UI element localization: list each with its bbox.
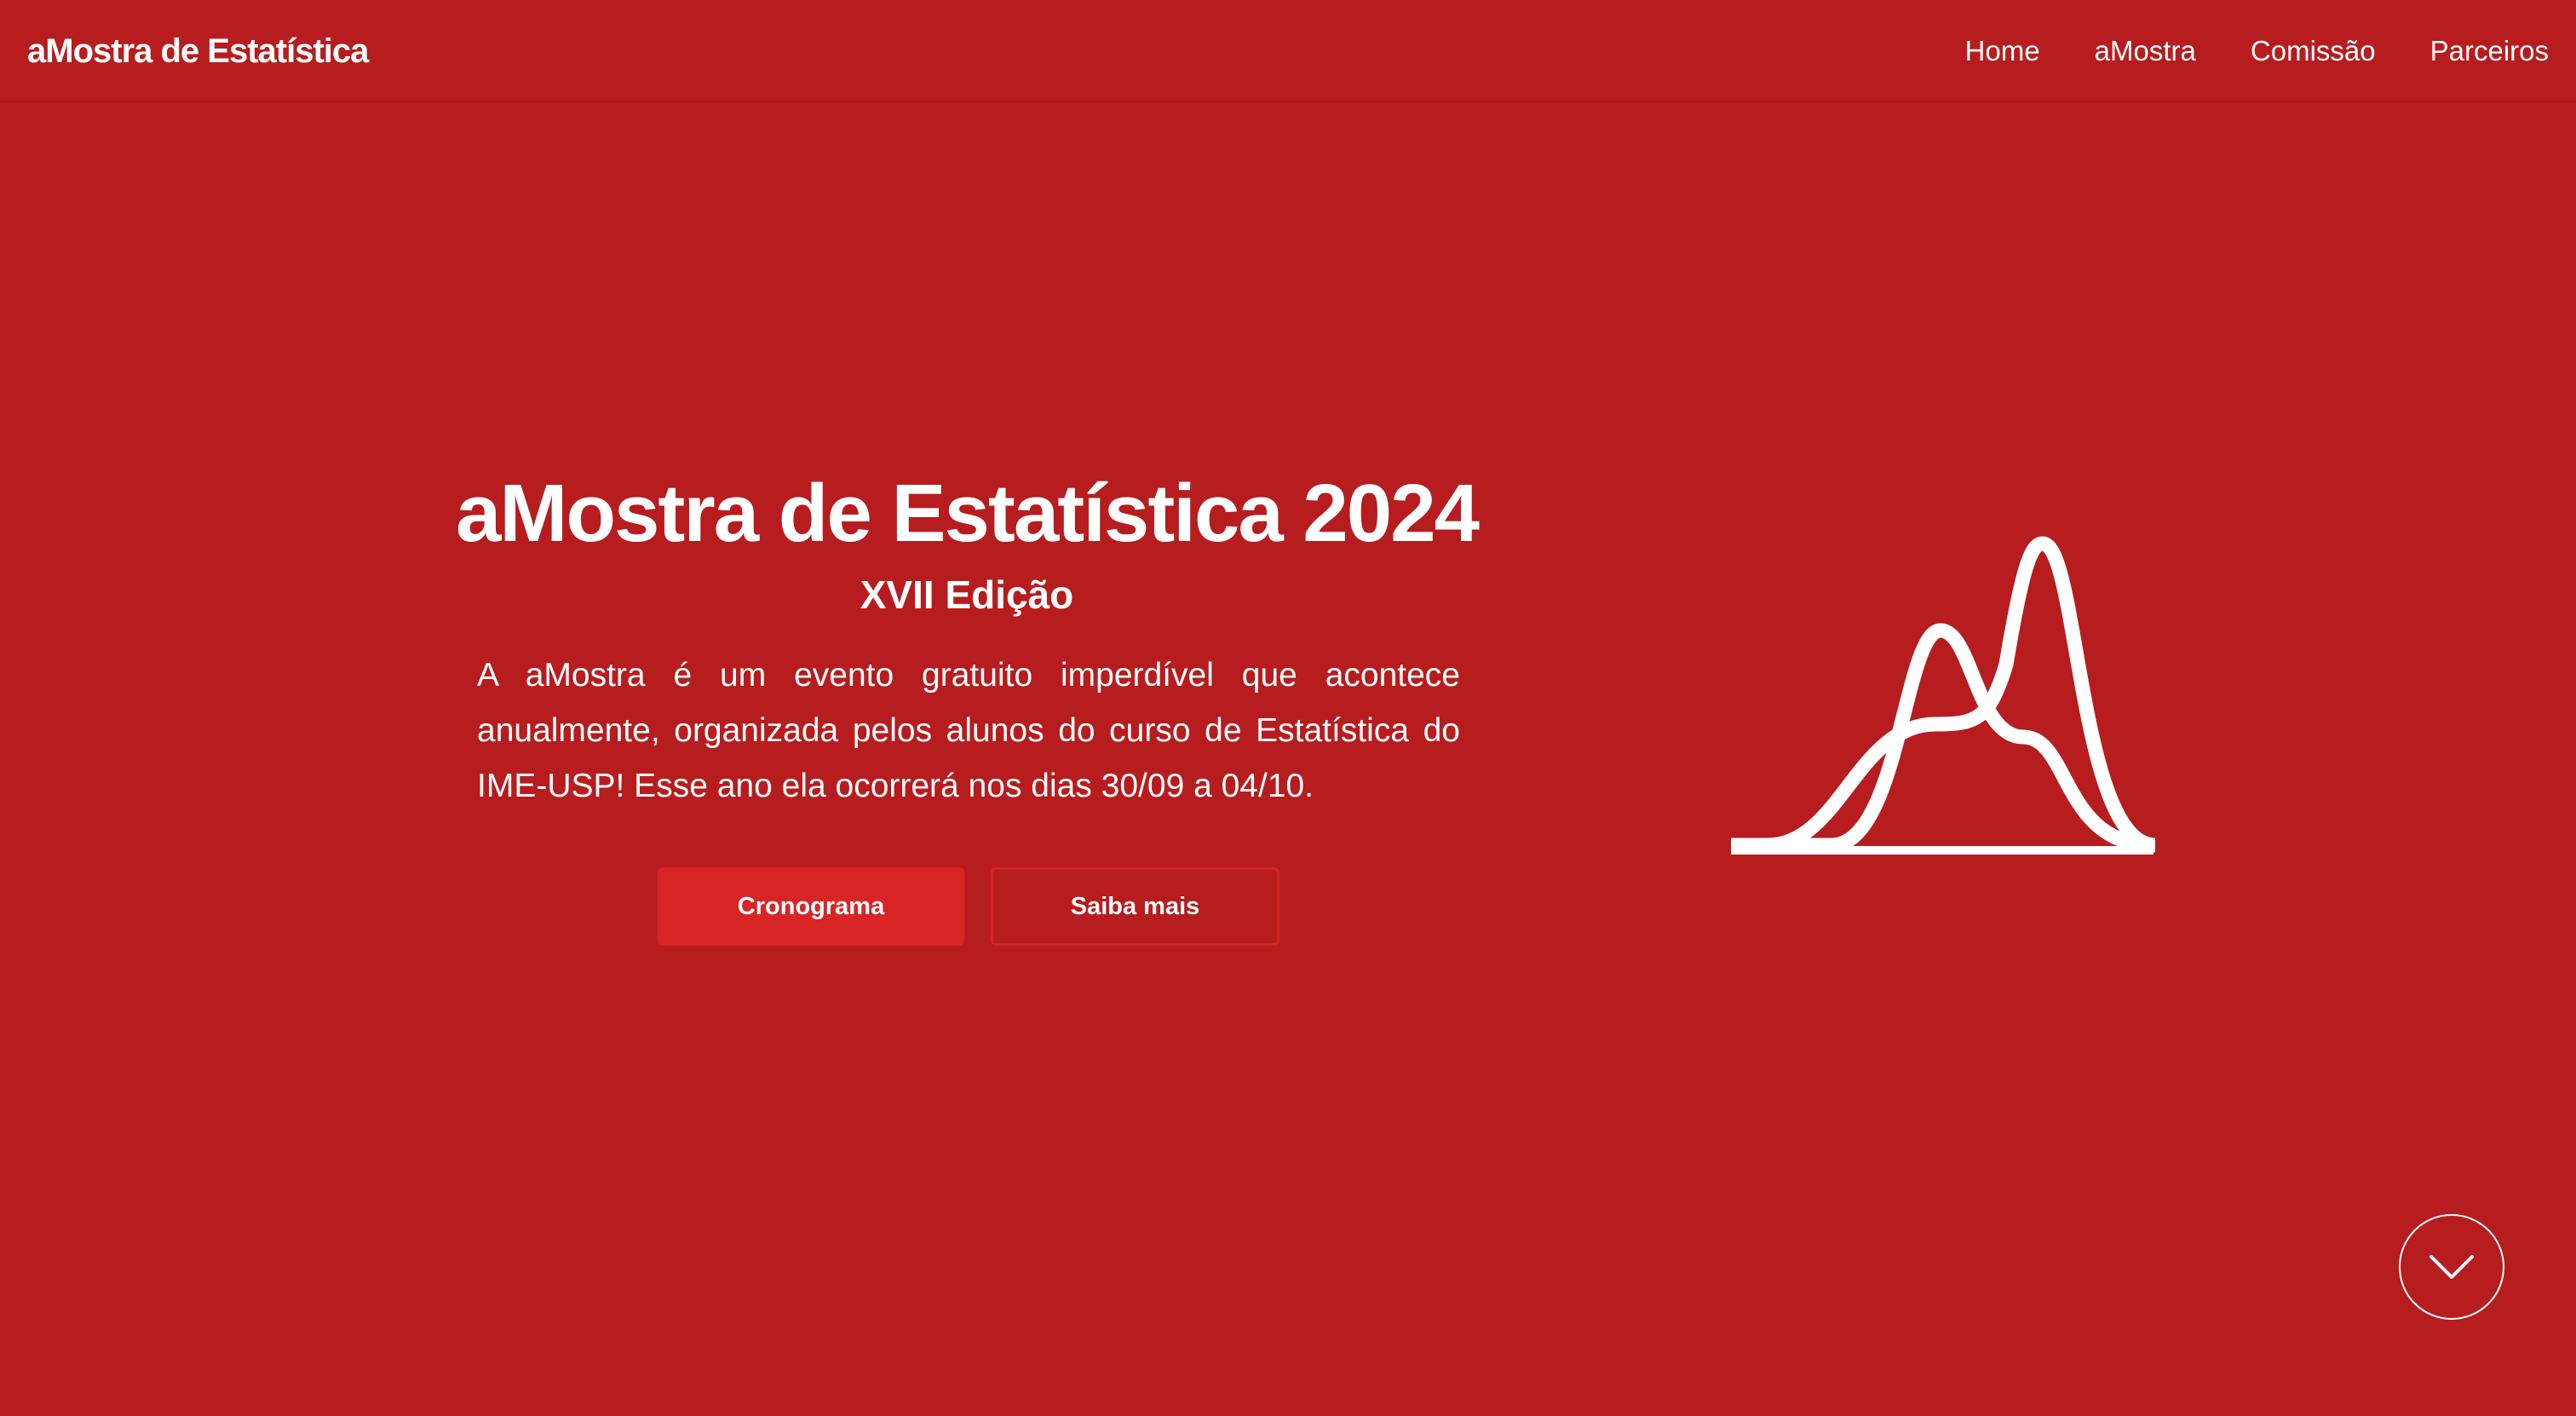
hero-subtitle: XVII Edição (860, 573, 1074, 617)
site-brand[interactable]: aMostra de Estatística (27, 29, 369, 73)
hero-title: aMostra de Estatística 2024 (456, 468, 1480, 559)
chevron-down-icon (2429, 1255, 2474, 1279)
nav-link-parceiros[interactable]: Parceiros (2430, 29, 2549, 73)
distribution-curves-icon (1731, 536, 2157, 855)
hero-description: A aMostra é um evento gratuito imperdíve… (477, 657, 1460, 804)
nav-link-home[interactable]: Home (1965, 29, 2040, 73)
nav-link-comissao[interactable]: Comissão (2251, 29, 2376, 73)
scroll-down-button[interactable] (2399, 1214, 2504, 1320)
saiba-mais-button[interactable]: Saiba mais (991, 867, 1279, 946)
navbar: aMostra de Estatística Home aMostra Comi… (0, 0, 2576, 102)
nav-link-amostra[interactable]: aMostra (2095, 29, 2196, 73)
main-navigation: Home aMostra Comissão Parceiros (1965, 29, 2549, 73)
cronograma-button[interactable]: Cronograma (658, 867, 964, 946)
